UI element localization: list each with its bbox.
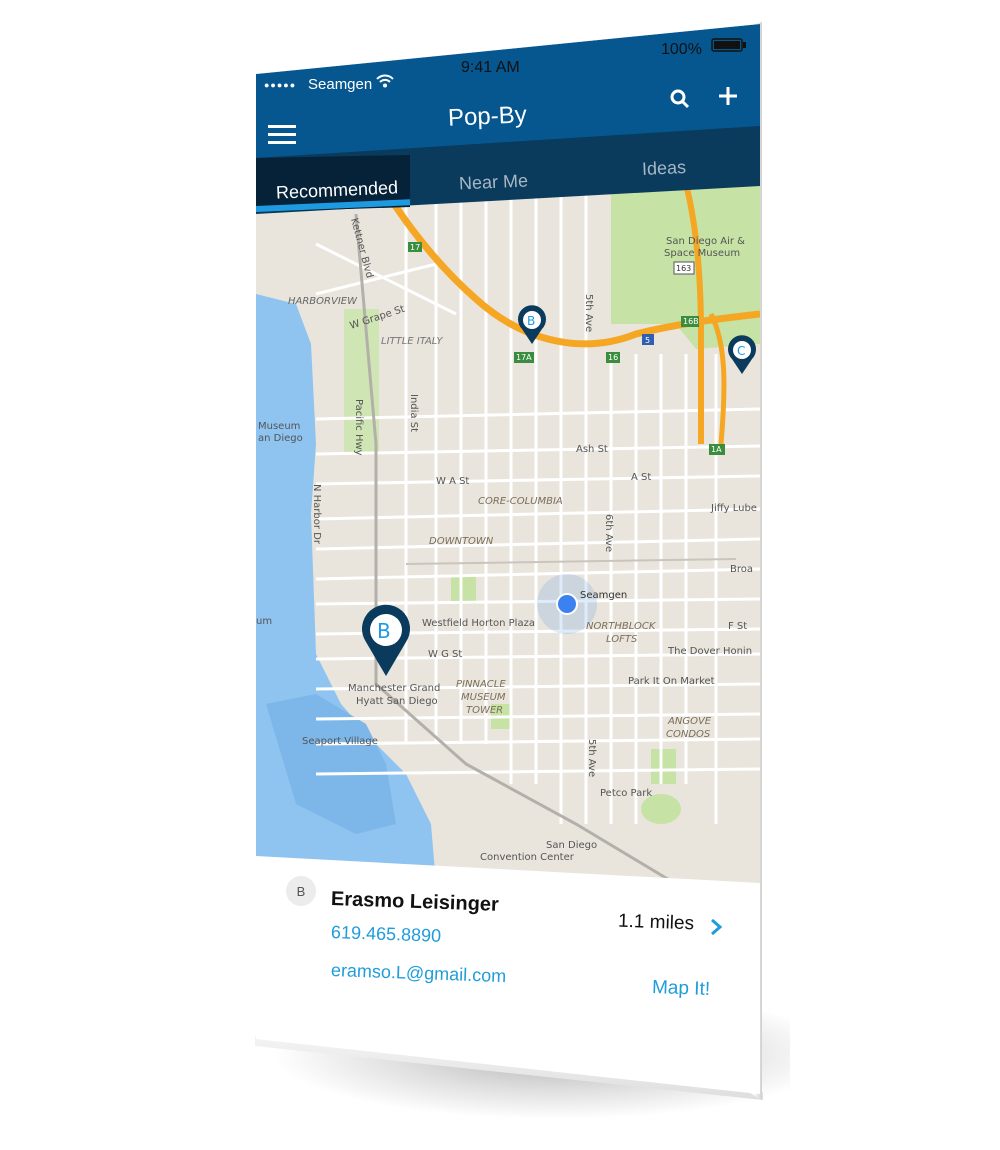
label-pinnacle-2: MUSEUM — [461, 692, 506, 703]
hwy-label-5: 5 — [645, 336, 650, 345]
label-downtown: DOWNTOWN — [429, 536, 494, 547]
page-title: Pop-By — [447, 101, 528, 132]
label-ash-st: Ash St — [576, 444, 608, 455]
contact-phone-link[interactable]: 619.465.8890 — [331, 922, 442, 947]
park-small-1 — [451, 574, 476, 604]
label-w-a-st: W A St — [436, 476, 469, 487]
marker-c-letter: C — [737, 344, 745, 358]
add-icon[interactable] — [718, 86, 738, 106]
label-seaport: Seaport Village — [302, 736, 378, 747]
label-pinnacle-1: PINNACLE — [456, 679, 506, 690]
label-angove: ANGOVE — [667, 716, 712, 727]
label-park-it: Park It On Market — [628, 676, 715, 687]
status-time: 9:41 AM — [461, 59, 520, 76]
label-manchester-1: Manchester Grand — [348, 683, 440, 694]
label-pacific-hwy: Pacific Hwy — [353, 399, 364, 456]
label-f-st: F St — [728, 621, 747, 632]
label-westfield: Westfield Horton Plaza — [422, 618, 535, 629]
hwy-label-16: 16 — [608, 353, 618, 362]
label-5th-ave-bottom: 5th Ave — [586, 739, 597, 777]
label-core-columbia: CORE-COLUMBIA — [478, 496, 563, 507]
label-w-g-st: W G St — [428, 649, 462, 660]
carrier-name: Seamgen — [308, 76, 373, 93]
hwy-label-17: 17 — [410, 243, 420, 252]
label-broa: Broa — [730, 564, 753, 575]
hwy-label-16b: 16B — [683, 317, 699, 326]
label-sd-1: San Diego — [546, 840, 597, 851]
label-northblock: NORTHBLOCK — [586, 621, 657, 632]
marker-large-b-letter: B — [377, 619, 391, 643]
label-um: um — [256, 616, 272, 627]
map-view[interactable]: 17 163 16B 5 17A 16 1A HARBORVIEW W Grap… — [256, 184, 760, 884]
menu-icon[interactable] — [268, 124, 296, 146]
tab-ideas[interactable]: Ideas — [642, 157, 687, 180]
label-5th-ave-top: 5th Ave — [583, 294, 594, 332]
park-small-3 — [651, 749, 676, 784]
signal-strength-icon: ●●●●● — [264, 80, 297, 90]
current-location-dot — [558, 595, 576, 613]
label-condos: CONDOS — [666, 729, 711, 740]
chevron-right-icon[interactable] — [708, 918, 724, 936]
device-mockup: 17 163 16B 5 17A 16 1A HARBORVIEW W Grap… — [0, 0, 1000, 1150]
label-6th-ave: 6th Ave — [603, 514, 614, 552]
wifi-icon — [376, 74, 394, 88]
label-air-museum-1: San Diego Air & — [666, 236, 745, 247]
map-it-button[interactable]: Map It! — [652, 977, 711, 1001]
label-jiffy-lube: Jiffy Lube — [710, 503, 757, 514]
label-museum: Museum — [258, 421, 300, 432]
label-manchester-2: Hyatt San Diego — [356, 696, 438, 707]
label-an-diego: an Diego — [258, 433, 303, 444]
label-pinnacle-3: TOWER — [466, 705, 503, 716]
label-a-st: A St — [631, 472, 651, 483]
label-petco: Petco Park — [600, 788, 652, 799]
label-harborview: HARBORVIEW — [288, 296, 358, 307]
distance-label: 1.1 miles — [617, 910, 695, 935]
label-india-st: India St — [408, 394, 419, 432]
label-dover: The Dover Honin — [667, 646, 752, 657]
current-location-label: Seamgen — [580, 590, 627, 601]
marker-small-b-letter: B — [527, 314, 535, 328]
hwy-label-1a: 1A — [711, 445, 722, 454]
battery-percentage: 100% — [661, 41, 702, 58]
label-air-museum-2: Space Museum — [664, 248, 740, 259]
search-icon[interactable] — [670, 89, 690, 109]
label-n-harbor-dr: N Harbor Dr — [311, 484, 322, 545]
label-sd-2: Convention Center — [480, 852, 575, 863]
avatar: B — [286, 876, 316, 906]
label-little-italy: LITTLE ITALY — [381, 336, 443, 347]
hwy-label-163: 163 — [676, 264, 691, 273]
phone-screen: 17 163 16B 5 17A 16 1A HARBORVIEW W Grap… — [256, 24, 760, 1094]
battery-icon — [711, 38, 746, 52]
label-lofts: LOFTS — [606, 634, 638, 645]
tab-near-me[interactable]: Near Me — [459, 171, 529, 195]
hwy-label-17a: 17A — [516, 353, 532, 362]
